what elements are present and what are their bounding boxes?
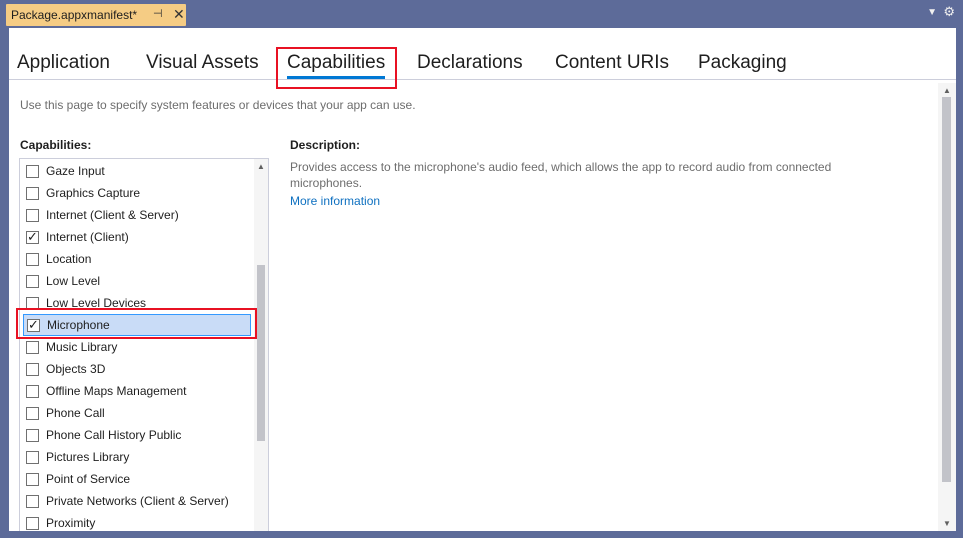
capability-checkbox[interactable]	[26, 340, 39, 354]
close-icon[interactable]: ✕	[173, 6, 185, 22]
capability-checkbox[interactable]	[26, 164, 39, 178]
capability-item[interactable]: Internet (Client & Server)	[23, 204, 251, 226]
designer-nav: Application Visual Assets Capabilities D…	[9, 28, 956, 80]
scroll-down-icon[interactable]: ▼	[943, 519, 951, 528]
capability-item[interactable]: Private Networks (Client & Server)	[23, 490, 251, 512]
capability-label: Graphics Capture	[46, 186, 141, 200]
capability-checkbox[interactable]	[26, 406, 39, 420]
capability-label: Music Library	[46, 340, 118, 354]
capability-item[interactable]: Phone Call	[23, 402, 251, 424]
page-scrollbar[interactable]: ▲ ▼	[938, 83, 956, 531]
capability-label: Phone Call History Public	[46, 428, 182, 442]
document-tab-title: Package.appxmanifest*	[11, 8, 138, 22]
capability-label: Point of Service	[46, 472, 131, 486]
capability-label: Low Level	[46, 274, 101, 288]
capability-item[interactable]: Internet (Client)	[23, 226, 251, 248]
capability-label: Objects 3D	[46, 362, 106, 376]
capability-item[interactable]: Gaze Input	[23, 160, 251, 182]
capability-checkbox[interactable]	[26, 296, 39, 310]
capability-item[interactable]: Offline Maps Management	[23, 380, 251, 402]
tab-declarations[interactable]: Declarations	[417, 52, 523, 74]
capability-checkbox[interactable]	[26, 186, 39, 200]
tab-visual-assets[interactable]: Visual Assets	[146, 52, 259, 74]
capability-checkbox[interactable]	[26, 208, 39, 222]
capability-checkbox[interactable]	[26, 274, 39, 288]
capability-checkbox[interactable]	[26, 516, 39, 530]
more-information-link[interactable]: More information	[290, 194, 380, 208]
capability-checkbox[interactable]	[26, 428, 39, 442]
capability-label: Offline Maps Management	[46, 384, 187, 398]
capability-checkbox[interactable]	[27, 317, 40, 333]
tab-content-uris[interactable]: Content URIs	[555, 52, 669, 74]
description-header: Description:	[290, 138, 361, 152]
capability-item[interactable]: Music Library	[23, 336, 251, 358]
capabilities-list[interactable]: Gaze Input Graphics Capture Internet (Clie…	[19, 158, 269, 531]
capability-checkbox[interactable]	[26, 252, 39, 266]
capability-checkbox[interactable]	[26, 384, 39, 398]
scroll-thumb[interactable]	[257, 265, 265, 441]
tab-packaging[interactable]: Packaging	[698, 52, 787, 74]
capability-item[interactable]: Graphics Capture	[23, 182, 251, 204]
capability-item[interactable]: Microphone	[23, 314, 251, 336]
manifest-designer: Application Visual Assets Capabilities D…	[9, 28, 956, 531]
capability-label: Internet (Client & Server)	[46, 208, 179, 222]
capability-item[interactable]: Location	[23, 248, 251, 270]
capability-label: Location	[46, 252, 92, 266]
capability-label: Proximity	[46, 516, 96, 530]
capabilities-header: Capabilities:	[20, 138, 92, 152]
capability-label: Gaze Input	[46, 164, 105, 178]
capability-label: Private Networks (Client & Server)	[46, 494, 229, 508]
capability-item[interactable]: Pictures Library	[23, 446, 251, 468]
capability-label: Pictures Library	[46, 450, 130, 464]
capability-checkbox[interactable]	[26, 450, 39, 464]
chevron-down-icon[interactable]: ▼	[927, 7, 937, 18]
capability-label: Phone Call	[46, 406, 105, 420]
tab-application[interactable]: Application	[17, 52, 110, 74]
description-text: Provides access to the microphone's audi…	[290, 160, 832, 190]
capability-checkbox[interactable]	[26, 229, 39, 245]
capability-checkbox[interactable]	[26, 472, 39, 486]
tab-capabilities[interactable]: Capabilities	[287, 52, 386, 79]
scroll-up-icon[interactable]: ▲	[257, 162, 265, 171]
capability-label: Low Level Devices	[46, 296, 147, 310]
capability-item[interactable]: Objects 3D	[23, 358, 251, 380]
pin-icon[interactable]: ⊣	[153, 7, 163, 20]
page-hint: Use this page to specify system features…	[20, 98, 416, 112]
scroll-up-icon[interactable]: ▲	[943, 86, 951, 95]
document-tab[interactable]: Package.appxmanifest* ⊣ ✕	[6, 4, 186, 26]
page-scroll-thumb[interactable]	[942, 97, 951, 482]
gear-icon[interactable]: ⚙	[943, 4, 955, 20]
capability-checkbox[interactable]	[26, 494, 39, 508]
capability-item[interactable]: Point of Service	[23, 468, 251, 490]
capability-label: Internet (Client)	[46, 230, 129, 244]
capability-item[interactable]: Low Level	[23, 270, 251, 292]
capability-checkbox[interactable]	[26, 362, 39, 376]
capability-item[interactable]: Phone Call History Public	[23, 424, 251, 446]
capability-item[interactable]: Proximity	[23, 512, 251, 531]
editor-frame: Package.appxmanifest* ⊣ ✕ ▼ ⚙ Applicatio…	[0, 0, 963, 538]
capabilities-scrollbar[interactable]: ▲	[254, 159, 268, 531]
capability-item[interactable]: Low Level Devices	[23, 292, 251, 314]
capability-label: Microphone	[47, 318, 110, 332]
